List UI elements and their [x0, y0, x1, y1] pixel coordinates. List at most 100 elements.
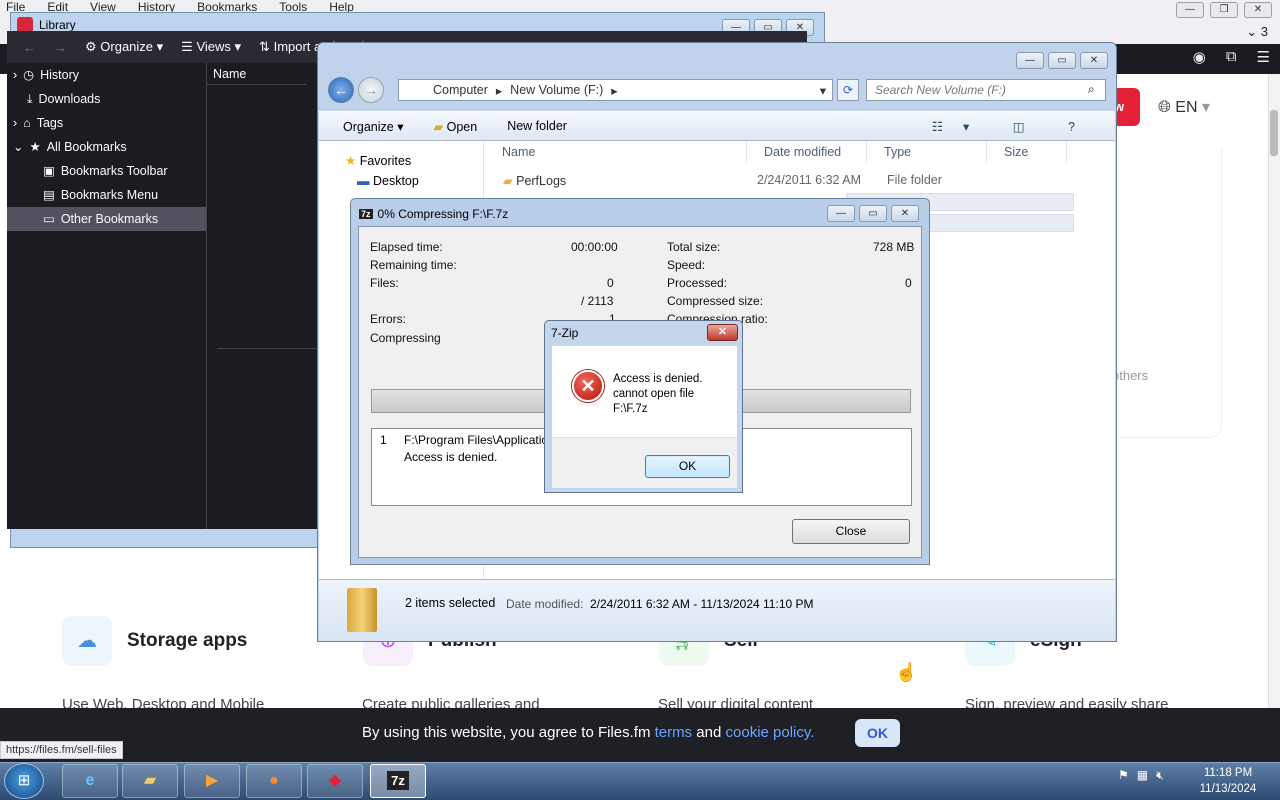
organize-label: Organize [343, 119, 394, 134]
views-menu[interactable]: ☰ Views ▾ [181, 39, 241, 55]
breadcrumb-separator-icon: ▸ [495, 83, 503, 98]
tab-list-button[interactable]: ⌄ 3 [1246, 24, 1268, 40]
page-scrollbar-thumb[interactable] [1270, 110, 1278, 156]
volume-muted-icon[interactable]: 🔇︎ [1156, 768, 1164, 783]
nav-desktop[interactable]: ▬ Desktop [319, 168, 483, 188]
cookie-ok-button[interactable]: OK [855, 719, 900, 747]
extensions-icon[interactable]: ⧉ [1226, 48, 1237, 66]
library-divider [217, 348, 317, 349]
forward-arrow-icon[interactable]: → [54, 40, 67, 55]
speed-label: Speed: [667, 258, 706, 272]
account-icon[interactable]: ◉ [1193, 48, 1206, 66]
forward-button[interactable]: → [358, 77, 384, 103]
date-modified-range: 2/24/2011 6:32 AM - 11/13/2024 11:10 PM [590, 597, 814, 611]
sidebar-item-tags[interactable]: › ⌂ Tags [7, 111, 206, 135]
breadcrumb-drive[interactable]: New Volume (F:) [510, 83, 603, 97]
breadcrumb-separator-icon: ▸ [611, 83, 618, 98]
zip-maximize-button[interactable]: ▭ [859, 205, 887, 222]
start-button[interactable]: ⊞ [4, 763, 44, 799]
new-folder-button[interactable]: New folder [507, 119, 567, 133]
zip-minimize-button[interactable]: — [827, 205, 855, 222]
selection-count: 2 items selected [405, 596, 496, 610]
address-bar[interactable]: Computer ▸ New Volume (F:) ▸ ▾ [398, 79, 833, 101]
file-row[interactable]: ▰ PerfLogs 2/24/2011 6:32 AM File folder [485, 169, 1115, 191]
column-type[interactable]: Type [867, 141, 987, 163]
taskbar-browser[interactable]: ◆ [307, 764, 363, 798]
files-value: 0 [607, 276, 614, 290]
operation-status: Compressing [370, 331, 441, 345]
sidebar-item-all-bookmarks[interactable]: ⌄ ★ All Bookmarks [7, 135, 206, 159]
page-scrollbar[interactable] [1268, 74, 1280, 708]
view-options-icons[interactable]: ☷▾ ◫ ? [932, 119, 1095, 134]
media-player-icon: ▶ [205, 772, 219, 789]
sidebar-label: History [40, 68, 79, 82]
file-row-name: ▰ PerfLogs [485, 173, 747, 188]
sidebar-item-history[interactable]: › ◷ History [7, 63, 206, 87]
back-arrow-icon[interactable]: ← [23, 40, 36, 55]
cookie-policy-link[interactable]: cookie policy. [726, 724, 815, 741]
command-bar: Organize ▾ ▰ Open New folder ☷▾ ◫ ? [319, 111, 1115, 141]
elapsed-value: 00:00:00 [571, 240, 618, 254]
terms-link[interactable]: terms [655, 724, 693, 741]
open-button[interactable]: ▰ Open [433, 119, 477, 134]
sidebar-item-bookmarks-menu[interactable]: ▤ Bookmarks Menu [7, 183, 206, 207]
desktop-icon: ▬ [357, 174, 370, 188]
zip-close-x-button[interactable]: ✕ [891, 205, 919, 222]
files-label: Files: [370, 276, 399, 290]
error-icon: ✕ [572, 370, 604, 402]
chevron-down-icon[interactable]: ▾ [820, 83, 826, 98]
error-ok-button[interactable]: OK [645, 455, 730, 478]
breadcrumb-computer[interactable]: Computer [433, 83, 488, 97]
folder-icon: ▰ [503, 173, 513, 188]
taskbar-explorer[interactable]: ▰ [122, 764, 178, 798]
organize-button[interactable]: Organize ▾ [343, 119, 403, 134]
back-button[interactable]: ← [328, 77, 354, 103]
folders-icon [347, 588, 377, 632]
error-dialog-title: 7-Zip [551, 326, 579, 340]
import-arrows-icon: ⇅ [259, 39, 270, 54]
organize-label: Organize [100, 39, 154, 54]
explorer-minimize-button[interactable]: — [1016, 52, 1044, 69]
network-icon[interactable]: ▦ [1137, 768, 1148, 783]
sidebar-item-bookmarks-toolbar[interactable]: ▣ Bookmarks Toolbar [7, 159, 206, 183]
clock[interactable]: 11:18 PM 11/13/2024 [1196, 765, 1260, 797]
refresh-icon[interactable]: ⟳ [837, 79, 859, 101]
organize-menu[interactable]: ⚙ Organize ▾ [85, 39, 163, 55]
taskbar-firefox[interactable]: ● [246, 764, 302, 798]
taskbar-media[interactable]: ▶ [184, 764, 240, 798]
date-modified-label: Date modified: [506, 597, 584, 611]
cookie-text-mid: and [692, 724, 726, 741]
elapsed-label: Elapsed time: [370, 240, 443, 254]
taskbar-7zip[interactable]: 7z [370, 764, 426, 798]
clock-time: 11:18 PM [1203, 767, 1253, 779]
explorer-close-button[interactable]: ✕ [1080, 52, 1108, 69]
taskbar-ie[interactable]: e [62, 764, 118, 798]
error-line-3: F:\F.7z [613, 403, 648, 415]
sidebar-item-downloads[interactable]: ⤓ Downloads [7, 87, 206, 111]
star-icon: ★ [345, 154, 357, 168]
search-input[interactable]: Search New Volume (F:) [866, 79, 1106, 101]
feature-title-storage[interactable]: Storage apps [127, 630, 247, 652]
library-column-name[interactable]: Name [207, 63, 307, 85]
explorer-maximize-button[interactable]: ▭ [1048, 52, 1076, 69]
star-icon: ★ [29, 140, 41, 154]
sidebar-item-other-bookmarks[interactable]: ▭ Other Bookmarks [7, 207, 206, 231]
processed-label: Processed: [667, 276, 728, 290]
tab-count: 3 [1260, 24, 1268, 39]
file-explorer-icon: ▰ [143, 772, 157, 789]
menu-icon[interactable]: ☰ [1257, 48, 1270, 66]
error-close-x-button[interactable]: ✕ [707, 324, 738, 341]
column-date-modified[interactable]: Date modified [747, 141, 867, 163]
folder-icon: ▭ [43, 212, 55, 226]
file-list-header: Name Date modified Type Size [485, 141, 1115, 163]
column-size[interactable]: Size [987, 141, 1067, 163]
nav-favorites[interactable]: ★ Favorites [319, 141, 483, 168]
browser-restore-button[interactable]: ❐ [1210, 2, 1238, 18]
action-center-icon[interactable]: ⚑ [1118, 768, 1129, 783]
explorer-window-controls: — ▭ ✕ [1016, 52, 1108, 69]
close-button[interactable]: Close [792, 519, 910, 544]
browser-close-button[interactable]: ✕ [1244, 2, 1272, 18]
column-name[interactable]: Name [485, 141, 747, 163]
language-selector[interactable]: 🌐︎ EN ▾ [1158, 97, 1210, 117]
browser-minimize-button[interactable]: — [1176, 2, 1204, 18]
